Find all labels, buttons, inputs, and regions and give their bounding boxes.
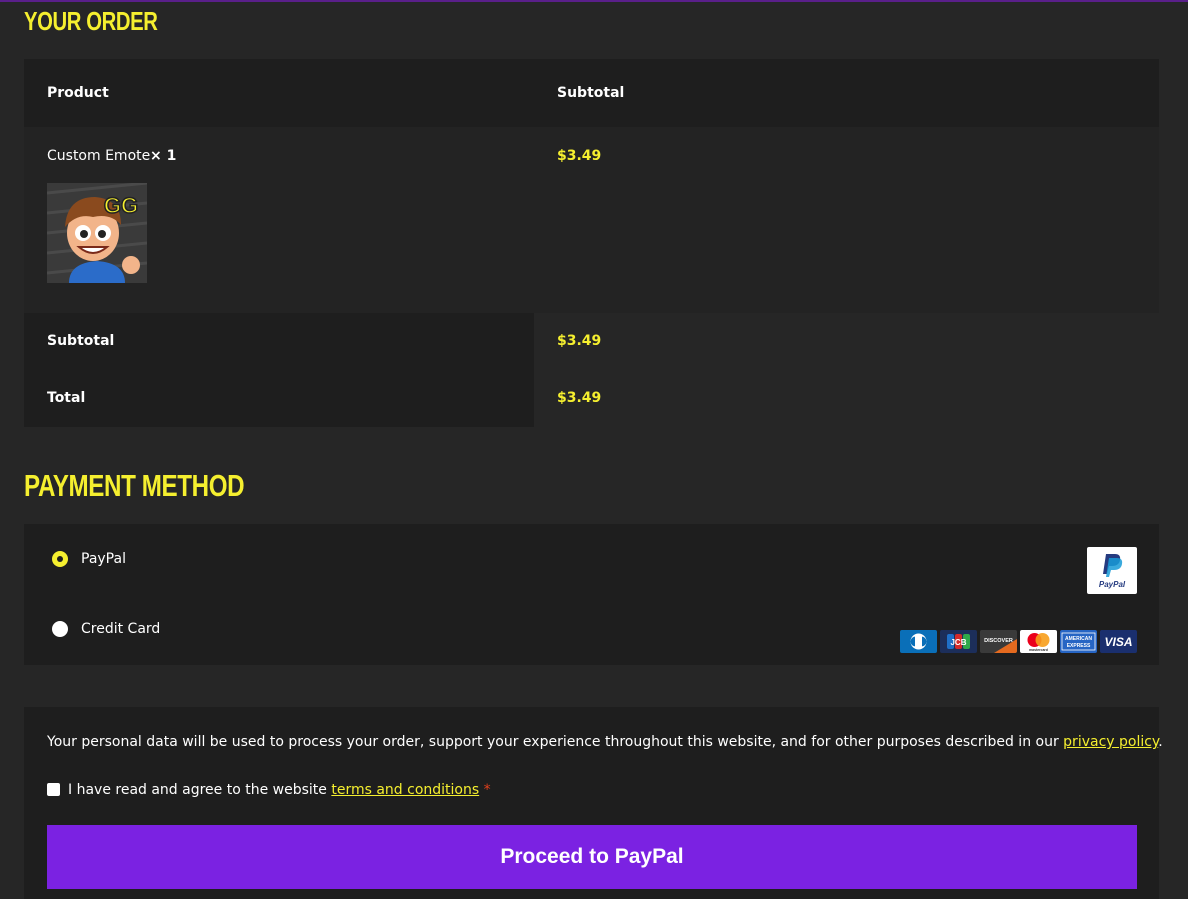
visa-card-icon: VISA xyxy=(1100,630,1137,653)
totals-labels: Subtotal Total xyxy=(24,313,534,427)
svg-text:EXPRESS: EXPRESS xyxy=(1067,643,1091,649)
your-order-heading: Your Order xyxy=(24,6,158,36)
terms-prefix: I have read and agree to the website xyxy=(68,782,332,798)
order-table: Product Subtotal Custom Emote × 1 $3.49 … xyxy=(24,59,1159,427)
jcb-card-icon: JCB xyxy=(940,630,977,653)
svg-text:mastercard: mastercard xyxy=(1029,648,1048,652)
required-mark: * xyxy=(483,782,491,798)
terms-label: I have read and agree to the website ter… xyxy=(68,781,491,799)
terms-and-conditions-link[interactable]: terms and conditions xyxy=(331,782,479,798)
subtotal-label: Subtotal xyxy=(47,333,115,349)
paypal-icon: PayPal xyxy=(1087,547,1137,594)
svg-text:AMERICAN: AMERICAN xyxy=(1065,636,1092,642)
discover-card-icon: DISCOVER xyxy=(980,630,1017,653)
column-header-product: Product xyxy=(47,85,109,101)
subtotal-value: $3.49 xyxy=(557,333,602,349)
credit-card-radio[interactable] xyxy=(52,621,68,637)
paypal-badge-text: PayPal xyxy=(1099,580,1126,589)
paypal-radio[interactable] xyxy=(52,551,68,567)
table-row: Custom Emote × 1 $3.49 GG xyxy=(24,127,1159,313)
column-header-subtotal: Subtotal xyxy=(557,85,625,101)
svg-text:JCB: JCB xyxy=(950,638,966,647)
credit-card-label[interactable]: Credit Card xyxy=(81,620,160,638)
privacy-notice: Your personal data will be used to proce… xyxy=(47,733,1163,751)
privacy-policy-link[interactable]: privacy policy xyxy=(1063,734,1158,750)
mastercard-card-icon: mastercard xyxy=(1020,630,1057,653)
product-price: $3.49 xyxy=(557,148,602,164)
total-value: $3.49 xyxy=(557,390,602,406)
terms-checkbox[interactable] xyxy=(47,783,60,796)
payment-methods: PayPal Credit Card PayPal JCB DISCOVER m… xyxy=(24,524,1159,665)
payment-method-heading: Payment Method xyxy=(24,468,245,503)
privacy-terms-section: Your personal data will be used to proce… xyxy=(24,707,1163,899)
privacy-text: Your personal data will be used to proce… xyxy=(47,734,1064,750)
svg-text:VISA: VISA xyxy=(1104,635,1132,649)
total-label: Total xyxy=(47,390,86,406)
paypal-label[interactable]: PayPal xyxy=(81,550,126,568)
svg-text:DISCOVER: DISCOVER xyxy=(984,638,1013,644)
product-name: Custom Emote xyxy=(47,148,151,164)
privacy-end: . xyxy=(1158,734,1163,750)
table-header: Product Subtotal xyxy=(24,59,1159,127)
proceed-to-paypal-button[interactable]: Proceed to PayPal xyxy=(47,825,1137,889)
top-border xyxy=(0,0,1188,2)
custom-emote-thumbnail: GG xyxy=(47,183,147,283)
diners-card-icon xyxy=(900,630,937,653)
amex-card-icon: AMERICAN EXPRESS xyxy=(1060,630,1097,653)
emote-gg-text: GG xyxy=(104,193,138,218)
product-quantity: × 1 xyxy=(150,148,177,164)
